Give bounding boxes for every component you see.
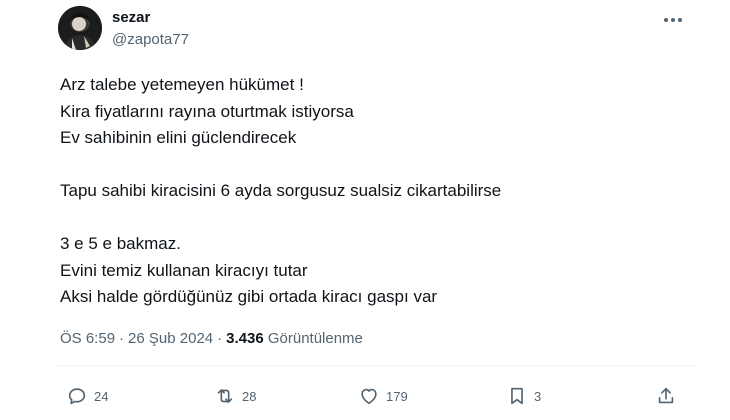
meta-separator: · bbox=[119, 330, 125, 347]
bookmark-count: 3 bbox=[534, 388, 542, 404]
tweet-meta: ÖS 6:59 · 26 Şub 2024 · 3.436 Görüntülenme bbox=[60, 329, 363, 349]
views-label[interactable]: Görüntülenme bbox=[268, 330, 363, 347]
tweet-line: Arz talebe yetemeyen hükümet ! bbox=[60, 75, 304, 94]
reply-count: 24 bbox=[94, 388, 109, 404]
more-options-button[interactable] bbox=[660, 10, 686, 30]
tweet-time[interactable]: ÖS 6:59 bbox=[60, 330, 115, 347]
tweet-line: Evini temiz kullanan kiracıyı tutar bbox=[60, 260, 308, 280]
tweet-line: Ev sahibinin elini güclendirecek bbox=[60, 128, 297, 147]
meta-separator: · bbox=[217, 330, 223, 347]
author-handle[interactable]: @zapota77 bbox=[112, 31, 189, 49]
retweet-button[interactable]: 28 bbox=[214, 383, 256, 409]
tweet-line: Aksi halde gördüğünüz gibi ortada kiracı… bbox=[60, 287, 438, 306]
share-button[interactable] bbox=[655, 383, 677, 409]
avatar[interactable] bbox=[58, 6, 102, 50]
tweet-line bbox=[60, 152, 700, 179]
reply-icon bbox=[68, 388, 86, 405]
share-icon bbox=[658, 387, 674, 404]
retweet-icon bbox=[217, 389, 233, 403]
reply-button[interactable]: 24 bbox=[66, 383, 108, 409]
views-count[interactable]: 3.436 bbox=[226, 330, 264, 347]
tweet-line: Kira fiyatlarını rayına oturtmak istiyor… bbox=[60, 101, 354, 121]
tweet-line bbox=[60, 205, 700, 232]
like-button[interactable]: 179 bbox=[358, 383, 408, 409]
like-count: 179 bbox=[386, 388, 408, 404]
bookmark-icon bbox=[511, 387, 523, 405]
more-horizontal-icon bbox=[678, 18, 682, 22]
retweet-count: 28 bbox=[242, 388, 257, 404]
bookmark-button[interactable]: 3 bbox=[506, 383, 541, 409]
heart-icon bbox=[361, 388, 377, 405]
divider bbox=[58, 365, 698, 366]
avatar-image bbox=[58, 6, 102, 50]
author-name[interactable]: sezar bbox=[112, 9, 150, 27]
more-horizontal-icon bbox=[671, 18, 675, 22]
more-horizontal-icon bbox=[664, 18, 668, 22]
tweet-line: 3 e 5 e bakmaz. bbox=[60, 234, 181, 253]
tweet-date[interactable]: 26 Şub 2024 bbox=[128, 330, 213, 347]
tweet-line: Tapu sahibi kiracisini 6 ayda sorgusuz s… bbox=[60, 181, 502, 200]
tweet-text: Arz talebe yetemeyen hükümet ! Kira fiya… bbox=[60, 72, 700, 311]
